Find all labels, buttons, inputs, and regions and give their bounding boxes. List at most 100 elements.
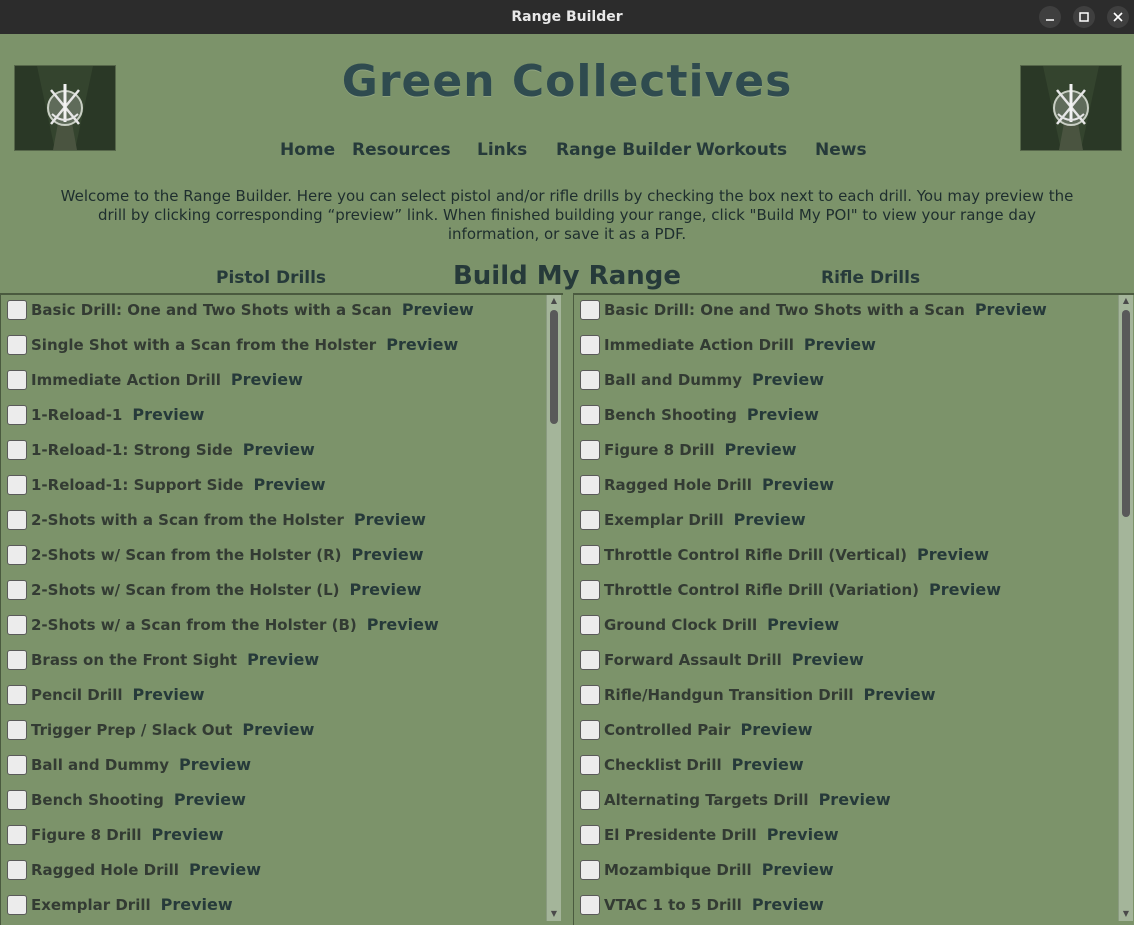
preview-link[interactable]: Preview <box>732 755 804 774</box>
pistol-drill-checkbox[interactable] <box>7 335 27 355</box>
nav-resources[interactable]: Resources <box>352 140 451 160</box>
rifle-drill-checkbox[interactable] <box>580 615 600 635</box>
preview-link[interactable]: Preview <box>354 510 426 529</box>
nav-workouts[interactable]: Workouts <box>696 140 787 160</box>
rifle-drill-checkbox[interactable] <box>580 545 600 565</box>
preview-link[interactable]: Preview <box>734 510 806 529</box>
rifle-drill-checkbox[interactable] <box>580 405 600 425</box>
rifle-drill-checkbox[interactable] <box>580 825 600 845</box>
nav-home[interactable]: Home <box>280 140 335 160</box>
maximize-button[interactable] <box>1073 6 1095 28</box>
preview-link[interactable]: Preview <box>386 335 458 354</box>
preview-link[interactable]: Preview <box>242 720 314 739</box>
rifle-drill-checkbox[interactable] <box>580 720 600 740</box>
rifle-drill-row: Exemplar Drill Preview <box>574 505 1134 540</box>
drill-name: 1-Reload-1 <box>31 406 123 424</box>
preview-link[interactable]: Preview <box>819 790 891 809</box>
pistol-drill-checkbox[interactable] <box>7 405 27 425</box>
preview-link[interactable]: Preview <box>762 860 834 879</box>
build-my-range-button[interactable]: Build My Range <box>446 261 688 291</box>
preview-link[interactable]: Preview <box>152 825 224 844</box>
preview-link[interactable]: Preview <box>747 405 819 424</box>
rifle-drill-checkbox[interactable] <box>580 860 600 880</box>
pistol-drill-checkbox[interactable] <box>7 545 27 565</box>
preview-link[interactable]: Preview <box>929 580 1001 599</box>
preview-link[interactable]: Preview <box>352 545 424 564</box>
pistol-drill-checkbox[interactable] <box>7 755 27 775</box>
rifle-drill-checkbox[interactable] <box>580 650 600 670</box>
preview-link[interactable]: Preview <box>864 685 936 704</box>
pistol-drill-checkbox[interactable] <box>7 860 27 880</box>
nav-news[interactable]: News <box>815 140 867 160</box>
preview-link[interactable]: Preview <box>350 580 422 599</box>
preview-link[interactable]: Preview <box>741 720 813 739</box>
pistol-drill-checkbox[interactable] <box>7 580 27 600</box>
rifle-drill-row: Forward Assault Drill Preview <box>574 645 1134 680</box>
preview-link[interactable]: Preview <box>767 615 839 634</box>
nav-links[interactable]: Links <box>477 140 527 160</box>
scroll-down-icon[interactable]: ▼ <box>550 910 558 918</box>
pistol-drill-checkbox[interactable] <box>7 825 27 845</box>
pistol-drill-checkbox[interactable] <box>7 650 27 670</box>
drill-label: Trigger Prep / Slack Out Preview <box>31 720 314 739</box>
pistol-drill-checkbox[interactable] <box>7 615 27 635</box>
rifle-drill-checkbox[interactable] <box>580 335 600 355</box>
rifle-drill-checkbox[interactable] <box>580 580 600 600</box>
rifle-drill-checkbox[interactable] <box>580 370 600 390</box>
preview-link[interactable]: Preview <box>975 300 1047 319</box>
preview-link[interactable]: Preview <box>231 370 303 389</box>
rifle-drill-row: Ground Clock Drill Preview <box>574 610 1134 645</box>
preview-link[interactable]: Preview <box>752 895 824 914</box>
rifle-drill-checkbox[interactable] <box>580 300 600 320</box>
preview-link[interactable]: Preview <box>132 405 204 424</box>
preview-link[interactable]: Preview <box>161 895 233 914</box>
rifle-drill-checkbox[interactable] <box>580 475 600 495</box>
preview-link[interactable]: Preview <box>762 475 834 494</box>
pistol-drill-checkbox[interactable] <box>7 720 27 740</box>
pistol-drill-checkbox[interactable] <box>7 300 27 320</box>
preview-link[interactable]: Preview <box>792 650 864 669</box>
preview-link[interactable]: Preview <box>179 755 251 774</box>
pistol-scrollbar[interactable]: ▲ ▼ <box>546 295 561 921</box>
rifle-drill-checkbox[interactable] <box>580 895 600 915</box>
pistol-drill-checkbox[interactable] <box>7 440 27 460</box>
drill-label: Mozambique Drill Preview <box>604 860 834 879</box>
rifle-drill-checkbox[interactable] <box>580 510 600 530</box>
scroll-up-icon[interactable]: ▲ <box>1122 297 1130 305</box>
scroll-up-icon[interactable]: ▲ <box>550 297 558 305</box>
pistol-drill-checkbox[interactable] <box>7 790 27 810</box>
pistol-drill-row: Figure 8 Drill Preview <box>1 820 563 855</box>
preview-link[interactable]: Preview <box>767 825 839 844</box>
preview-link[interactable]: Preview <box>253 475 325 494</box>
preview-link[interactable]: Preview <box>174 790 246 809</box>
scroll-down-icon[interactable]: ▼ <box>1122 910 1130 918</box>
rifle-drill-checkbox[interactable] <box>580 790 600 810</box>
rifle-drill-checkbox[interactable] <box>580 755 600 775</box>
pistol-scroll-thumb[interactable] <box>550 310 558 424</box>
preview-link[interactable]: Preview <box>133 685 205 704</box>
pistol-drill-checkbox[interactable] <box>7 895 27 915</box>
pistol-drill-checkbox[interactable] <box>7 510 27 530</box>
minimize-button[interactable] <box>1039 6 1061 28</box>
preview-link[interactable]: Preview <box>367 615 439 634</box>
preview-link[interactable]: Preview <box>247 650 319 669</box>
drill-name: 2-Shots w/ Scan from the Holster (L) <box>31 581 340 599</box>
preview-link[interactable]: Preview <box>725 440 797 459</box>
pistol-drill-checkbox[interactable] <box>7 370 27 390</box>
rifle-drill-checkbox[interactable] <box>580 685 600 705</box>
rifle-scroll-thumb[interactable] <box>1122 310 1130 517</box>
preview-link[interactable]: Preview <box>189 860 261 879</box>
pistol-drill-checkbox[interactable] <box>7 685 27 705</box>
nav-range-builder[interactable]: Range Builder <box>556 140 691 160</box>
preview-link[interactable]: Preview <box>752 370 824 389</box>
pistol-drill-checkbox[interactable] <box>7 475 27 495</box>
rifle-drill-checkbox[interactable] <box>580 440 600 460</box>
preview-link[interactable]: Preview <box>804 335 876 354</box>
close-button[interactable] <box>1107 6 1129 28</box>
rifle-scrollbar[interactable]: ▲ ▼ <box>1118 295 1133 921</box>
preview-link[interactable]: Preview <box>402 300 474 319</box>
preview-link[interactable]: Preview <box>917 545 989 564</box>
preview-link[interactable]: Preview <box>243 440 315 459</box>
drill-label: Forward Assault Drill Preview <box>604 650 864 669</box>
pistol-drill-row: Single Shot with a Scan from the Holster… <box>1 330 563 365</box>
